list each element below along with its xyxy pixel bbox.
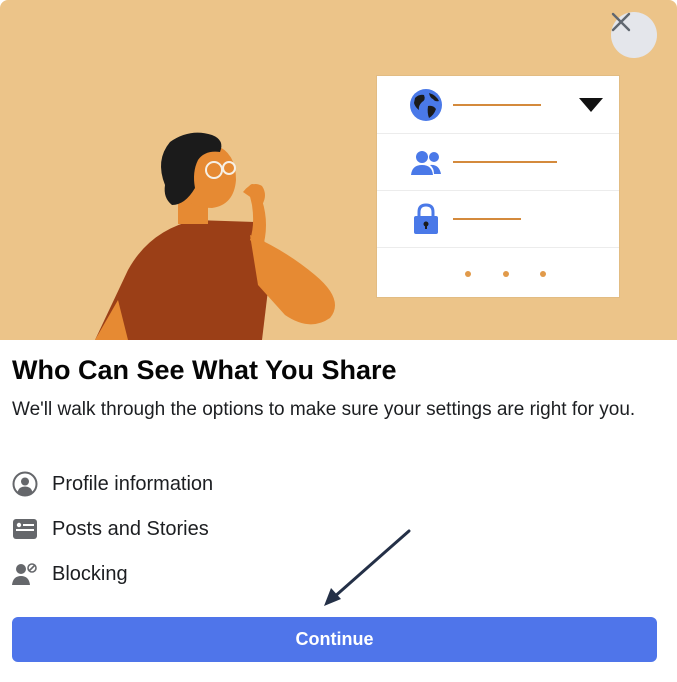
card-row-public <box>377 76 619 134</box>
option-blocking: Blocking <box>12 558 128 590</box>
card-row-friends <box>377 133 619 191</box>
option-label: Profile information <box>52 472 214 495</box>
dropdown-triangle-icon <box>579 98 603 112</box>
dialog-subtitle: We'll walk through the options to make s… <box>12 399 636 420</box>
lock-icon <box>409 202 443 236</box>
continue-button-label: Continue <box>295 629 374 649</box>
option-label: Posts and Stories <box>52 517 209 540</box>
continue-button[interactable]: Continue <box>12 617 657 662</box>
privacy-checkup-dialog: Who Can See What You Share We'll walk th… <box>0 0 677 682</box>
friends-icon <box>409 145 443 179</box>
more-dots <box>377 247 619 297</box>
row-placeholder-line <box>453 161 557 163</box>
row-placeholder-line <box>453 218 521 220</box>
privacy-settings-card <box>377 76 619 297</box>
posts-icon <box>12 516 38 542</box>
card-row-lock <box>377 190 619 248</box>
hero-illustration <box>0 0 677 340</box>
close-icon <box>611 12 631 32</box>
option-posts-and-stories: Posts and Stories <box>12 513 209 545</box>
globe-icon <box>409 88 443 122</box>
close-button[interactable] <box>611 12 657 58</box>
profile-icon <box>12 471 38 497</box>
dialog-title: Who Can See What You Share <box>12 355 397 385</box>
blocking-icon <box>12 561 38 587</box>
option-profile-information: Profile information <box>12 468 213 500</box>
row-placeholder-line <box>453 104 541 106</box>
option-label: Blocking <box>52 562 128 585</box>
